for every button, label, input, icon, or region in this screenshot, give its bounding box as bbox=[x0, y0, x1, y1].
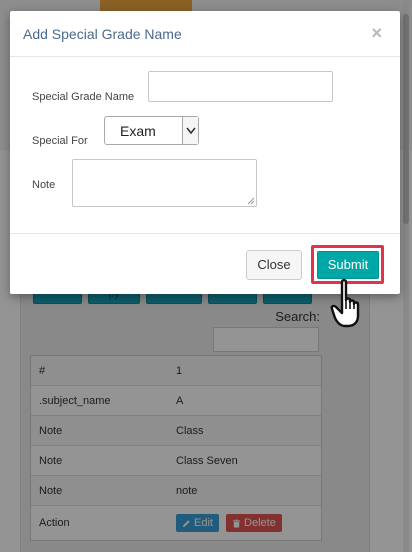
close-button[interactable]: Close bbox=[246, 250, 302, 280]
special-for-select[interactable]: Exam bbox=[104, 116, 199, 145]
note-label: Note bbox=[32, 179, 56, 191]
select-arrow[interactable] bbox=[182, 117, 198, 144]
add-special-grade-modal: Add Special Grade Name × Special Grade N… bbox=[10, 11, 400, 294]
special-grade-name-label: Special Grade Name bbox=[32, 91, 135, 103]
submit-button[interactable]: Submit bbox=[317, 251, 379, 279]
chevron-down-icon bbox=[186, 127, 196, 135]
modal-header: Add Special Grade Name × bbox=[10, 11, 400, 57]
special-grade-name-input[interactable] bbox=[148, 71, 333, 102]
special-for-label: Special For bbox=[32, 135, 88, 147]
pointing-hand-icon bbox=[330, 278, 360, 328]
modal-title: Add Special Grade Name bbox=[23, 26, 182, 42]
close-icon[interactable]: × bbox=[371, 23, 382, 44]
resize-grip-icon[interactable] bbox=[247, 197, 255, 205]
special-for-selected-value: Exam bbox=[120, 123, 156, 139]
note-textarea[interactable] bbox=[72, 159, 257, 207]
